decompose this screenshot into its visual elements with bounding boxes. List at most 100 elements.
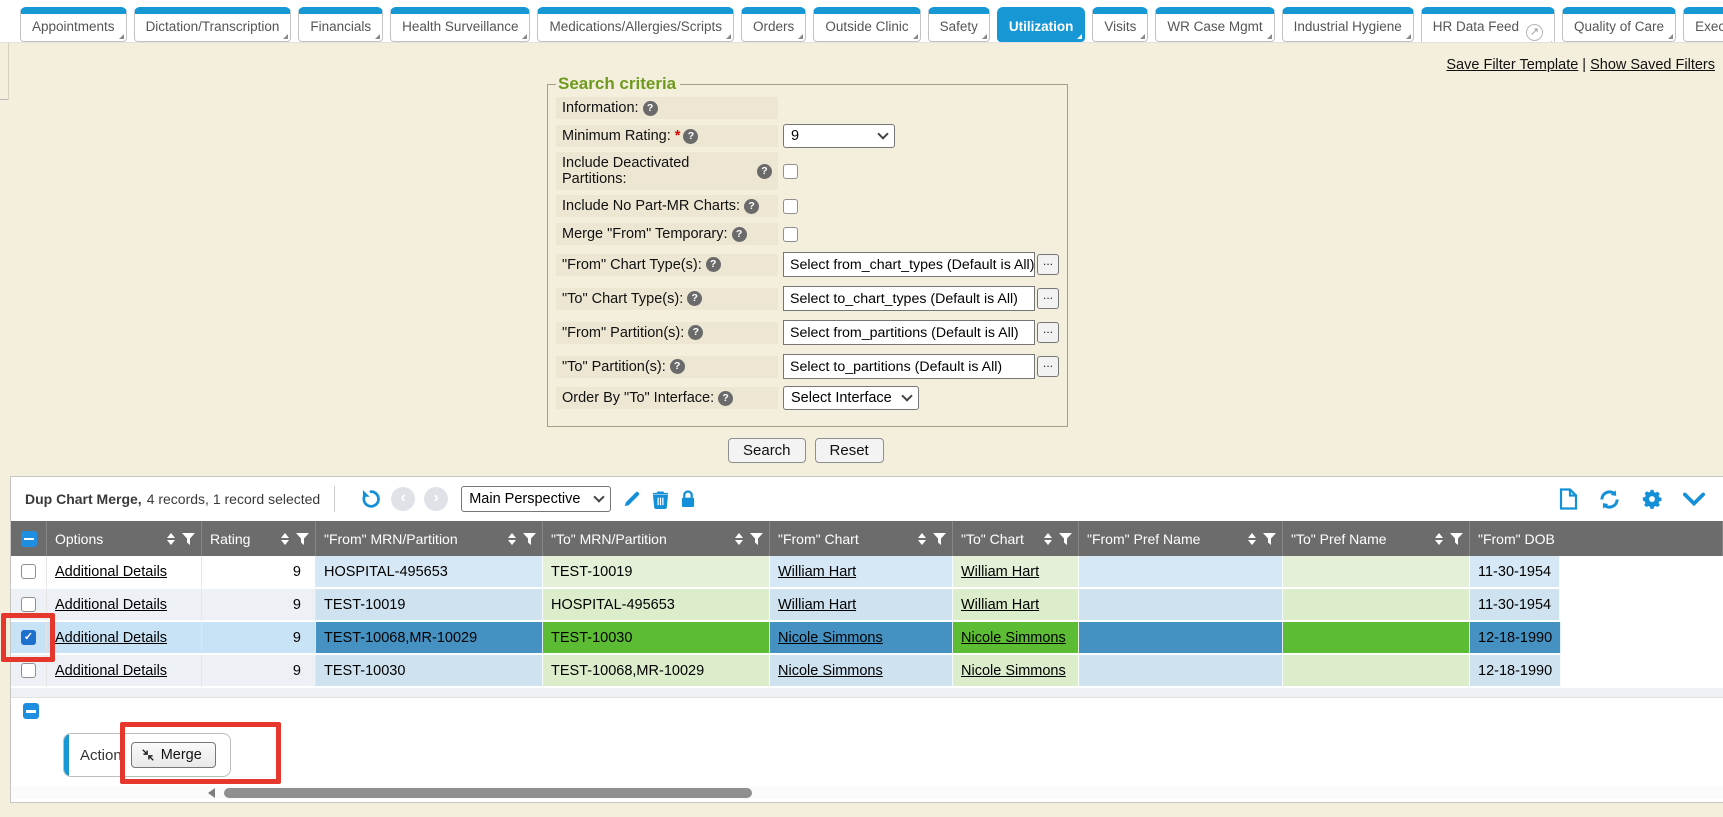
filter-icon[interactable] — [523, 533, 536, 545]
column-header-from-dob[interactable]: "From" DOB — [1470, 521, 1723, 556]
column-header-from-pref-name[interactable]: "From" Pref Name — [1079, 521, 1283, 556]
additional-details-link[interactable]: Additional Details — [55, 630, 167, 646]
table-row-selected[interactable]: Additional Details 9 TEST-10068,MR-10029… — [11, 622, 1723, 655]
help-icon[interactable]: ? — [643, 101, 658, 116]
from-chart-types-picker-button[interactable]: ... — [1037, 254, 1059, 275]
column-header-to-chart[interactable]: "To" Chart — [953, 521, 1079, 556]
search-button[interactable]: Search — [728, 438, 806, 463]
tab-financials[interactable]: Financials — [298, 7, 383, 42]
from-chart-link[interactable]: William Hart — [778, 597, 856, 613]
merge-button[interactable]: Merge — [131, 742, 216, 768]
tab-outside-clinic[interactable]: Outside Clinic — [813, 7, 920, 42]
tab-utilization[interactable]: Utilization — [997, 7, 1086, 42]
tab-industrial-hygiene[interactable]: Industrial Hygiene — [1282, 7, 1414, 42]
column-header-to-mrn[interactable]: "To" MRN/Partition — [543, 521, 770, 556]
column-header-to-pref-name[interactable]: "To" Pref Name — [1283, 521, 1470, 556]
tab-orders[interactable]: Orders — [741, 7, 806, 42]
scroll-left-icon[interactable] — [208, 788, 215, 798]
lock-perspective-icon[interactable] — [680, 490, 696, 509]
filter-icon[interactable] — [933, 533, 946, 545]
delete-perspective-icon[interactable] — [652, 490, 669, 509]
tab-health-surveillance[interactable]: Health Surveillance — [390, 7, 530, 42]
to-chart-types-input[interactable]: Select to_chart_types (Default is All) — [783, 286, 1035, 311]
column-header-rating[interactable]: Rating — [202, 521, 316, 556]
merge-from-temporary-checkbox[interactable] — [783, 227, 798, 242]
select-all-toggle[interactable] — [21, 531, 37, 547]
to-partitions-input[interactable]: Select to_partitions (Default is All) — [783, 354, 1035, 379]
minimum-rating-select[interactable]: 9 — [783, 124, 895, 148]
help-icon[interactable]: ? — [670, 359, 685, 374]
include-deactivated-checkbox[interactable] — [783, 164, 798, 179]
help-icon[interactable]: ? — [757, 164, 772, 179]
sort-icon[interactable] — [1248, 533, 1256, 545]
table-row[interactable]: Additional Details 9 HOSPITAL-495653 TES… — [11, 556, 1723, 589]
from-chart-link[interactable]: Nicole Simmons — [778, 663, 883, 679]
from-partitions-input[interactable]: Select from_partitions (Default is All) — [783, 320, 1035, 345]
column-header-from-chart[interactable]: "From" Chart — [770, 521, 953, 556]
tab-visits[interactable]: Visits — [1092, 7, 1148, 42]
collapse-chevron-icon[interactable] — [1683, 492, 1705, 506]
filter-icon[interactable] — [750, 533, 763, 545]
tab-exec[interactable]: Exec — [1683, 7, 1723, 42]
refresh-icon[interactable] — [1598, 488, 1621, 511]
previous-icon[interactable]: ‹ — [391, 487, 415, 511]
select-all-footer-toggle[interactable] — [23, 703, 39, 719]
sort-icon[interactable] — [918, 533, 926, 545]
tab-quality-of-care[interactable]: Quality of Care — [1562, 7, 1676, 42]
show-saved-filters-link[interactable]: Show Saved Filters — [1590, 57, 1715, 73]
help-icon[interactable]: ? — [706, 257, 721, 272]
from-chart-types-input[interactable]: Select from_chart_types (Default is All) — [783, 252, 1035, 277]
tab-wr-case-mgmt[interactable]: WR Case Mgmt — [1155, 7, 1274, 42]
sort-icon[interactable] — [508, 533, 516, 545]
filter-icon[interactable] — [1263, 533, 1276, 545]
next-icon[interactable]: › — [424, 487, 448, 511]
new-document-icon[interactable] — [1559, 488, 1578, 510]
to-chart-link[interactable]: Nicole Simmons — [961, 663, 1066, 679]
scrollbar-thumb[interactable] — [224, 788, 752, 798]
to-chart-types-picker-button[interactable]: ... — [1037, 288, 1059, 309]
row-checkbox-checked[interactable] — [21, 630, 36, 645]
save-filter-template-link[interactable]: Save Filter Template — [1446, 57, 1578, 73]
help-icon[interactable]: ? — [718, 391, 733, 406]
additional-details-link[interactable]: Additional Details — [55, 663, 167, 679]
sort-icon[interactable] — [167, 533, 175, 545]
help-icon[interactable]: ? — [687, 291, 702, 306]
sort-icon[interactable] — [735, 533, 743, 545]
table-row[interactable]: Additional Details 9 TEST-10030 TEST-100… — [11, 655, 1723, 688]
tab-safety[interactable]: Safety — [928, 7, 990, 42]
edit-perspective-icon[interactable] — [622, 490, 641, 509]
to-chart-link[interactable]: Nicole Simmons — [961, 630, 1066, 646]
include-nopartmr-checkbox[interactable] — [783, 199, 798, 214]
sort-icon[interactable] — [281, 533, 289, 545]
row-checkbox[interactable] — [21, 597, 36, 612]
undo-icon[interactable] — [360, 488, 382, 510]
column-header-from-mrn[interactable]: "From" MRN/Partition — [316, 521, 543, 556]
help-icon[interactable]: ? — [688, 325, 703, 340]
tab-medications-allergies-scripts[interactable]: Medications/Allergies/Scripts — [537, 7, 734, 42]
gear-icon[interactable] — [1641, 488, 1663, 510]
additional-details-link[interactable]: Additional Details — [55, 597, 167, 613]
to-chart-link[interactable]: William Hart — [961, 597, 1039, 613]
help-icon[interactable]: ? — [744, 199, 759, 214]
filter-icon[interactable] — [296, 533, 309, 545]
from-chart-link[interactable]: Nicole Simmons — [778, 630, 883, 646]
filter-icon[interactable] — [1059, 533, 1072, 545]
table-row[interactable]: Additional Details 9 TEST-10019 HOSPITAL… — [11, 589, 1723, 622]
perspective-select[interactable]: Main Perspective — [461, 486, 611, 512]
additional-details-link[interactable]: Additional Details — [55, 564, 167, 580]
filter-icon[interactable] — [1450, 533, 1463, 545]
row-checkbox[interactable] — [21, 663, 36, 678]
tab-appointments[interactable]: Appointments — [20, 7, 127, 42]
help-icon[interactable]: ? — [683, 129, 698, 144]
tab-hr-data-feed[interactable]: HR Data Feed↗ — [1421, 7, 1555, 43]
column-header-options[interactable]: Options — [47, 521, 202, 556]
help-icon[interactable]: ? — [732, 227, 747, 242]
to-partitions-picker-button[interactable]: ... — [1037, 356, 1059, 377]
sort-icon[interactable] — [1435, 533, 1443, 545]
tab-dictation-transcription[interactable]: Dictation/Transcription — [134, 7, 292, 42]
row-checkbox[interactable] — [21, 564, 36, 579]
from-partitions-picker-button[interactable]: ... — [1037, 322, 1059, 343]
sort-icon[interactable] — [1044, 533, 1052, 545]
order-by-interface-select[interactable]: Select Interface — [783, 386, 919, 410]
reset-button[interactable]: Reset — [815, 438, 884, 463]
